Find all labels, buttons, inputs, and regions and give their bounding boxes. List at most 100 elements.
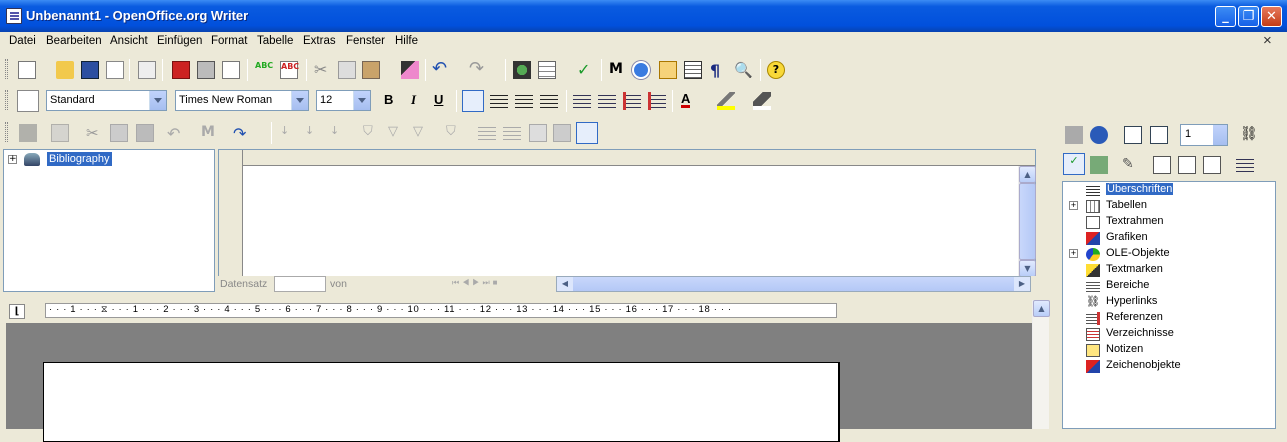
paste-icon[interactable] (136, 124, 154, 142)
align-right-icon[interactable] (515, 92, 533, 110)
filter-off-icon[interactable]: ⛉ (446, 124, 464, 142)
page-number-spinner[interactable]: 1 (1180, 124, 1228, 146)
bold-button[interactable]: B (384, 92, 393, 107)
close-document-button[interactable]: × (1263, 32, 1272, 49)
toolbar-grip[interactable] (5, 59, 8, 79)
standard-filter-icon[interactable]: ▽ (388, 124, 406, 142)
refresh-icon[interactable]: ↷ (233, 124, 251, 143)
formatting-marks-icon[interactable]: ¶ (710, 61, 728, 80)
set-reminder-icon[interactable] (1090, 156, 1108, 174)
list-box-icon[interactable] (1203, 156, 1221, 174)
increase-indent-icon[interactable] (648, 92, 666, 110)
menu-einfuegen[interactable]: Einfügen (157, 35, 202, 47)
next-icon[interactable] (1150, 126, 1168, 144)
export-pdf-icon[interactable] (172, 61, 190, 79)
scroll-up-icon[interactable]: ▲ (1033, 300, 1050, 317)
paragraph-style-select[interactable]: Standard (46, 90, 167, 111)
undo-icon[interactable]: ↶ (432, 60, 450, 79)
open-folder-icon[interactable] (56, 61, 74, 79)
format-paintbrush-icon[interactable] (401, 61, 419, 79)
edit-data-icon[interactable] (51, 124, 69, 142)
record-number-input[interactable] (274, 276, 326, 292)
menu-ansicht[interactable]: Ansicht (110, 35, 148, 47)
numbering-icon[interactable] (573, 92, 591, 110)
table-icon[interactable] (538, 61, 556, 79)
align-left-icon[interactable] (462, 90, 484, 112)
data-to-fields-icon[interactable] (503, 124, 521, 142)
maximize-button[interactable]: ❐ (1238, 6, 1259, 27)
font-name-select[interactable]: Times New Roman (175, 90, 309, 111)
italic-button[interactable]: I (411, 92, 416, 108)
menu-tabelle[interactable]: Tabelle (257, 35, 293, 47)
chevron-down-icon[interactable] (149, 91, 166, 110)
auto-spellcheck-icon[interactable]: ABC (280, 61, 299, 79)
content-view-icon[interactable]: ✓ (1063, 153, 1085, 175)
document-vertical-scrollbar[interactable]: ▲ (1032, 300, 1050, 429)
justify-icon[interactable] (540, 92, 558, 110)
grid-vertical-scrollbar[interactable]: ▲ ▼ (1018, 166, 1036, 277)
sort-descending-icon[interactable]: ↓ (305, 124, 323, 142)
print-preview-icon[interactable] (222, 61, 240, 79)
gallery-icon[interactable] (659, 61, 677, 79)
zoom-icon[interactable]: 🔍 (734, 61, 753, 79)
data-source-current-doc-icon[interactable] (553, 124, 571, 142)
spinner-arrows-icon[interactable] (1213, 125, 1227, 145)
sort-icon[interactable]: ↓ (330, 124, 348, 142)
styles-formatting-icon[interactable] (17, 90, 39, 112)
save-icon[interactable] (81, 61, 99, 79)
menu-bearbeiten[interactable]: Bearbeiten (46, 35, 102, 47)
record-nav-buttons[interactable]: ⏮◀▶⏭■ (452, 278, 532, 290)
expand-icon[interactable]: + (8, 155, 17, 164)
grid-horizontal-scrollbar[interactable]: ◀ ▶ (556, 276, 1031, 292)
tab-type-icon[interactable]: ⌊ (9, 304, 25, 319)
align-center-icon[interactable] (490, 92, 508, 110)
drag-mode-icon[interactable]: ⛓ (1240, 126, 1258, 144)
bullets-icon[interactable] (598, 92, 616, 110)
scroll-left-icon[interactable]: ◀ (557, 277, 573, 291)
chevron-down-icon[interactable] (291, 91, 308, 110)
toggle-icon[interactable] (1065, 126, 1083, 144)
edit-file-icon[interactable] (138, 61, 156, 79)
spellcheck-icon[interactable]: ABC (255, 61, 273, 79)
new-document-icon[interactable] (18, 61, 36, 79)
tree-item-bibliography[interactable]: Bibliography (47, 152, 112, 166)
menu-fenster[interactable]: Fenster (346, 35, 385, 47)
chevron-down-icon[interactable] (353, 91, 370, 110)
font-color-icon[interactable]: A (681, 92, 691, 108)
menu-hilfe[interactable]: Hilfe (395, 35, 418, 47)
email-icon[interactable] (106, 61, 124, 79)
underline-button[interactable]: U (434, 92, 443, 107)
header-icon[interactable]: ✎ (1122, 156, 1140, 174)
horizontal-ruler[interactable]: · · · 1 · · · ⧖ · · · 1 · · · 2 · · · 3 … (45, 303, 837, 318)
writer-app-icon[interactable] (6, 8, 22, 24)
close-button[interactable]: ✕ (1261, 6, 1282, 27)
explorer-on-off-icon[interactable] (576, 122, 598, 144)
paste-icon[interactable] (362, 61, 380, 79)
scroll-right-icon[interactable]: ▶ (1014, 277, 1030, 291)
background-color-icon[interactable] (753, 92, 771, 110)
navigator-icon[interactable] (632, 61, 650, 79)
find-replace-icon[interactable]: M (609, 61, 627, 79)
toolbar-grip[interactable] (5, 122, 8, 142)
scroll-up-icon[interactable]: ▲ (1019, 166, 1036, 183)
menu-format[interactable]: Format (211, 35, 247, 47)
navigation-icon[interactable] (1090, 126, 1108, 144)
minimize-button[interactable]: _ (1215, 6, 1236, 27)
anchor-icon[interactable] (1178, 156, 1196, 174)
print-icon[interactable] (197, 61, 215, 79)
previous-icon[interactable] (1124, 126, 1142, 144)
copy-icon[interactable] (110, 124, 128, 142)
expand-icon[interactable]: + (1069, 249, 1078, 258)
cut-icon[interactable]: ✂ (86, 124, 104, 142)
menu-extras[interactable]: Extras (303, 35, 336, 47)
mail-merge-icon[interactable] (529, 124, 547, 142)
help-icon[interactable]: ? (767, 61, 785, 79)
find-record-icon[interactable]: M (201, 124, 219, 142)
sort-ascending-icon[interactable]: ↓ (280, 124, 298, 142)
show-draw-functions-icon[interactable]: ✓ (577, 61, 595, 79)
redo-icon[interactable]: ↷ (469, 60, 487, 79)
toolbar-grip[interactable] (5, 90, 8, 110)
decrease-indent-icon[interactable] (623, 92, 641, 110)
hyperlink-icon[interactable] (513, 61, 531, 79)
expand-icon[interactable]: + (1069, 201, 1078, 210)
